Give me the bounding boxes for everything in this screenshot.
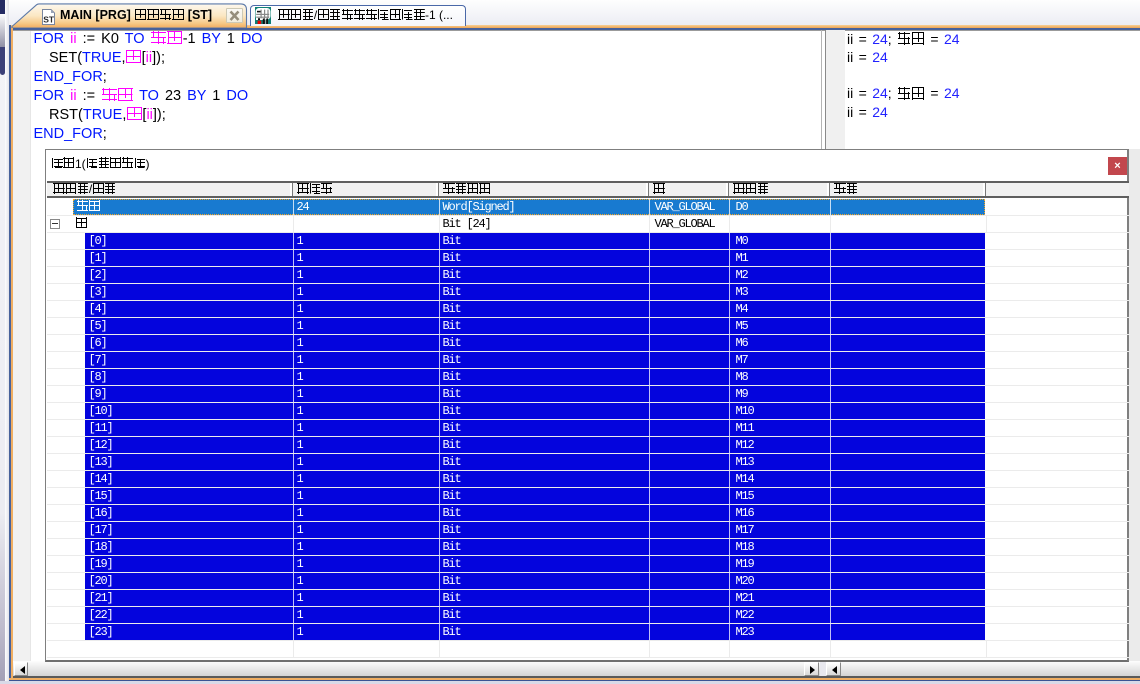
svg-text:ST: ST: [43, 14, 55, 24]
